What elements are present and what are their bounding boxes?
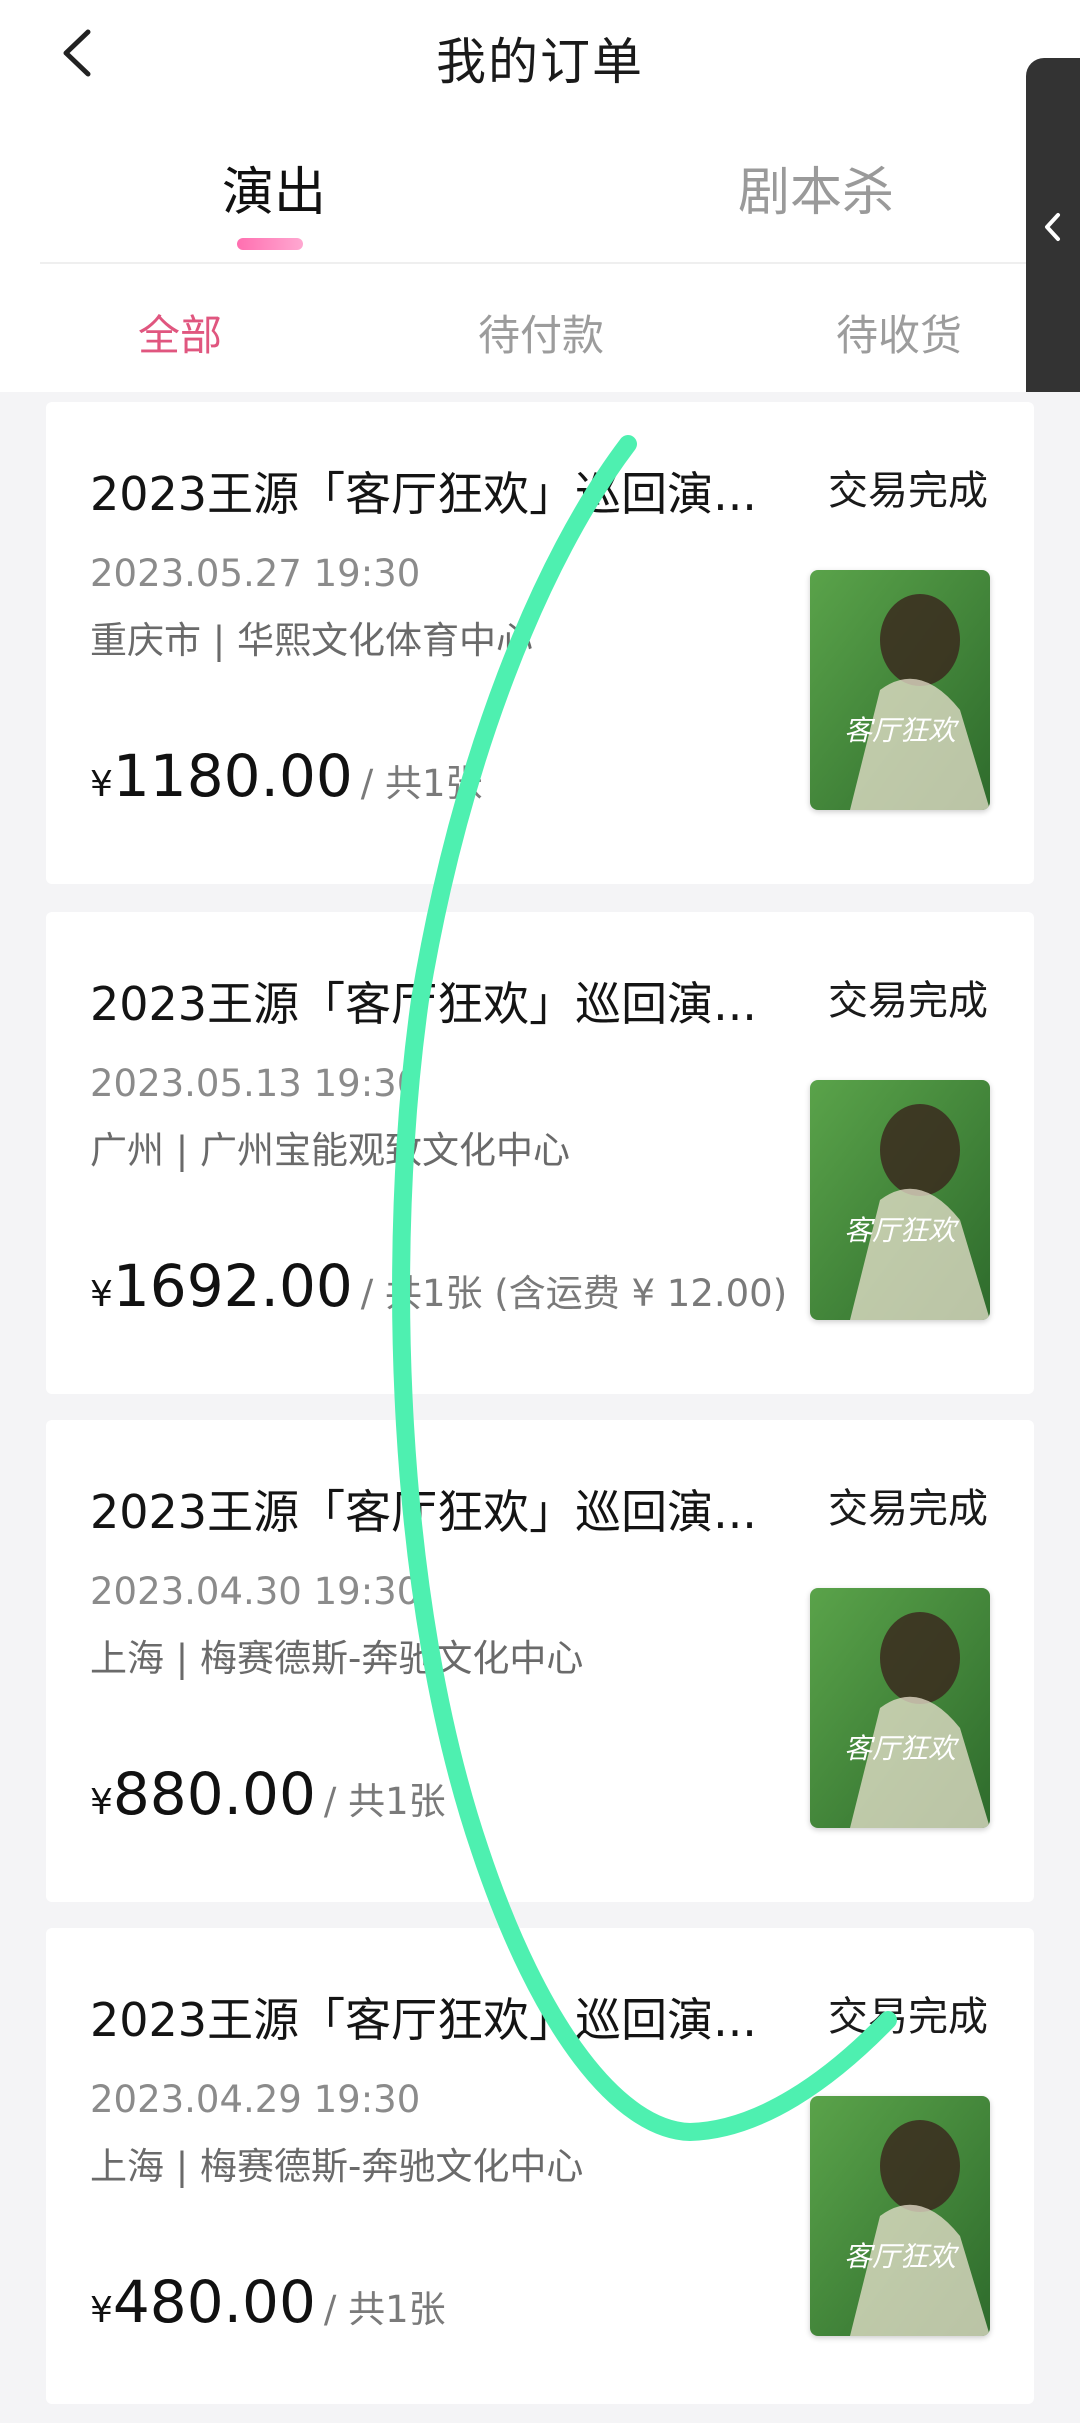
order-date: 2023.04.29 19:30 — [90, 2078, 421, 2121]
order-status: 交易完成 — [828, 978, 988, 1024]
currency-symbol: ¥ — [90, 2290, 113, 2331]
order-venue: 重庆市 | 华熙文化体育中心 — [90, 619, 533, 662]
currency-symbol: ¥ — [90, 1274, 113, 1315]
poster-title: 客厅狂欢 — [844, 714, 960, 747]
order-title: 2023王源「客厅狂欢」巡回演... — [90, 977, 757, 1031]
subtab-all[interactable]: 全部 — [138, 302, 222, 363]
event-poster[interactable]: 客厅狂欢 — [810, 1588, 990, 1828]
order-amount: 1180.00 — [112, 742, 353, 810]
order-card[interactable]: 2023王源「客厅狂欢」巡回演... 交易完成 2023.05.13 19:30… — [46, 912, 1034, 1394]
currency-symbol: ¥ — [90, 764, 113, 805]
active-tab-indicator — [237, 238, 303, 250]
tab-divider — [40, 262, 1040, 264]
order-venue: 上海 | 梅赛德斯-奔驰文化中心 — [90, 2145, 584, 2188]
order-amount: 1692.00 — [112, 1252, 353, 1320]
order-title: 2023王源「客厅狂欢」巡回演... — [90, 1485, 757, 1539]
top-header: 我的订单 演出 剧本杀 全部 待付款 待收货 — [0, 0, 1080, 392]
order-card[interactable]: 2023王源「客厅狂欢」巡回演... 交易完成 2023.04.29 19:30… — [46, 1928, 1034, 2404]
order-price: ¥1180.00/ 共1张 — [90, 742, 483, 810]
order-price: ¥480.00/ 共1张 — [90, 2268, 446, 2336]
order-quantity: / 共1张 — [360, 762, 483, 805]
side-panel-handle[interactable] — [1026, 58, 1080, 392]
order-date: 2023.04.30 19:30 — [90, 1570, 421, 1613]
order-date: 2023.05.13 19:30 — [90, 1062, 421, 1105]
order-quantity: / 共1张 — [323, 2288, 446, 2331]
event-poster[interactable]: 客厅狂欢 — [810, 570, 990, 810]
order-card[interactable]: 2023王源「客厅狂欢」巡回演... 交易完成 2023.04.30 19:30… — [46, 1420, 1034, 1902]
order-status: 交易完成 — [828, 1486, 988, 1532]
subtab-pending-delivery[interactable]: 待收货 — [836, 302, 962, 363]
order-date: 2023.05.27 19:30 — [90, 552, 421, 595]
event-poster[interactable]: 客厅狂欢 — [810, 1080, 990, 1320]
chevron-left-icon — [1045, 213, 1060, 241]
order-title: 2023王源「客厅狂欢」巡回演... — [90, 1993, 757, 2047]
tab-script-murder[interactable]: 剧本杀 — [738, 150, 894, 225]
order-quantity: / 共1张 — [323, 1780, 446, 1823]
page-title: 我的订单 — [436, 33, 644, 91]
order-price: ¥880.00/ 共1张 — [90, 1760, 446, 1828]
order-amount: 880.00 — [112, 1760, 316, 1828]
poster-title: 客厅狂欢 — [844, 1732, 960, 1765]
currency-symbol: ¥ — [90, 1782, 113, 1823]
order-title: 2023王源「客厅狂欢」巡回演... — [90, 467, 757, 521]
subtab-pending-payment[interactable]: 待付款 — [478, 302, 604, 363]
event-poster[interactable]: 客厅狂欢 — [810, 2096, 990, 2336]
order-status: 交易完成 — [828, 468, 988, 514]
poster-title: 客厅狂欢 — [844, 1214, 960, 1247]
order-price: ¥1692.00/ 共1张 (含运费 ¥ 12.00) — [90, 1252, 787, 1320]
order-quantity: / 共1张 (含运费 ¥ 12.00) — [360, 1272, 788, 1315]
order-amount: 480.00 — [112, 2268, 316, 2336]
order-venue: 上海 | 梅赛德斯-奔驰文化中心 — [90, 1637, 584, 1680]
order-status: 交易完成 — [828, 1994, 988, 2040]
order-card[interactable]: 2023王源「客厅狂欢」巡回演... 交易完成 2023.05.27 19:30… — [46, 402, 1034, 884]
tab-performances[interactable]: 演出 — [222, 150, 326, 225]
order-venue: 广州 | 广州宝能观致文化中心 — [90, 1129, 570, 1172]
poster-title: 客厅狂欢 — [844, 2240, 960, 2273]
